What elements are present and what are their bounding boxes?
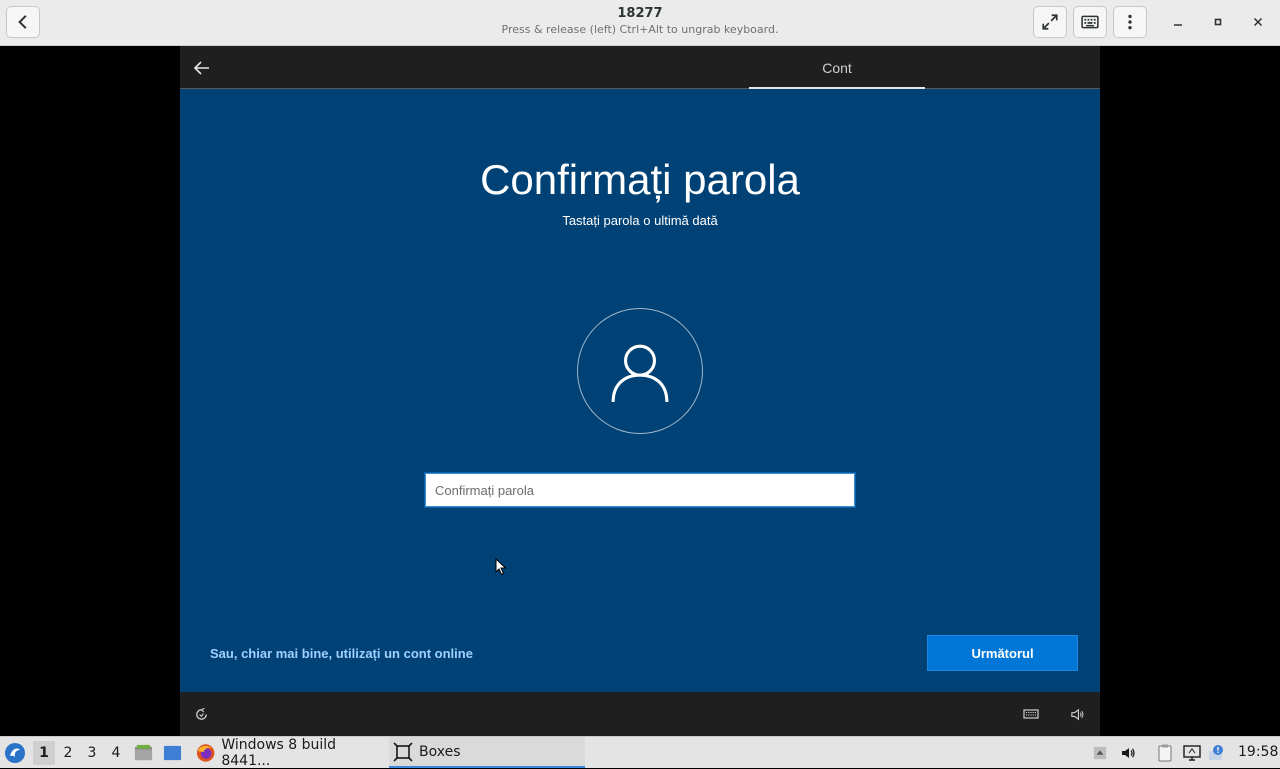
folder-icon: [134, 744, 153, 761]
close-icon: [1253, 17, 1263, 27]
task-boxes[interactable]: Boxes: [389, 737, 585, 768]
network-icon: [1183, 745, 1201, 761]
clipboard-tray-button[interactable]: [1156, 744, 1174, 762]
back-button[interactable]: [6, 6, 40, 38]
user-icon: [611, 344, 669, 402]
page-title: Confirmați parola: [480, 156, 800, 203]
page-subtitle: Tastați parola o ultimă dată: [562, 213, 718, 228]
clock[interactable]: 19:58: [1238, 744, 1278, 760]
chevron-left-icon: [18, 15, 27, 29]
file-manager-launcher[interactable]: [134, 737, 154, 768]
oobe-bottom-bar: [180, 692, 1100, 736]
next-button[interactable]: Următorul: [927, 635, 1078, 671]
notification-icon: [1209, 745, 1223, 760]
distro-logo-icon: [5, 742, 25, 763]
keyboard-button[interactable]: [1073, 6, 1107, 38]
ease-of-access-button[interactable]: [192, 705, 210, 723]
tray-arrow-icon: [1093, 746, 1107, 760]
keyboard-icon: [1023, 709, 1039, 719]
speaker-icon: [1070, 708, 1083, 720]
kebab-menu-icon: [1128, 14, 1132, 30]
oobe-back-button[interactable]: [190, 56, 214, 80]
task-label: Boxes: [419, 743, 461, 760]
boxes-icon: [393, 741, 413, 762]
notification-tray-button[interactable]: [1208, 744, 1226, 762]
minimize-icon: [1174, 24, 1182, 26]
taskbar: 1 2 3 4 Windows 8 build 8441... Boxes 19…: [0, 736, 1280, 769]
workspace-3[interactable]: 3: [81, 741, 103, 765]
fullscreen-button[interactable]: [1033, 6, 1067, 38]
workspace-4[interactable]: 4: [105, 741, 127, 765]
menu-button[interactable]: [1113, 6, 1147, 38]
keyboard-icon: [1081, 15, 1099, 29]
workspace-1[interactable]: 1: [33, 741, 55, 765]
vm-display[interactable]: Cont Confirmați parola Tastați parola o …: [180, 46, 1100, 736]
tray-overflow-button[interactable]: [1091, 744, 1109, 762]
tab-account[interactable]: Cont: [749, 46, 925, 89]
boxes-header-bar: 18277 Press & release (left) Ctrl+Alt to…: [0, 0, 1280, 46]
app-menu-button[interactable]: [4, 737, 28, 768]
minimize-button[interactable]: [1168, 12, 1188, 32]
maximize-button[interactable]: [1208, 12, 1228, 32]
confirm-password-input[interactable]: [424, 472, 856, 508]
workspace-2[interactable]: 2: [57, 741, 79, 765]
arrow-left-icon: [193, 61, 209, 75]
oobe-top-bar: Cont: [180, 46, 1100, 89]
fullscreen-icon: [1042, 14, 1058, 30]
desktop-launcher[interactable]: [163, 737, 183, 768]
task-label: Windows 8 build 8441...: [221, 736, 337, 769]
maximize-icon: [1214, 18, 1222, 26]
desktop-icon: [163, 745, 182, 761]
clipboard-icon: [1158, 744, 1172, 762]
online-account-link[interactable]: Sau, chiar mai bine, utilizați un cont o…: [210, 646, 473, 661]
window-title: 18277: [617, 6, 663, 21]
avatar: [577, 308, 703, 434]
network-tray-button[interactable]: [1183, 744, 1201, 762]
mouse-cursor-icon: [495, 558, 507, 576]
ease-of-access-icon: [195, 707, 207, 720]
volume-button[interactable]: [1068, 705, 1086, 723]
task-firefox[interactable]: Windows 8 build 8441...: [192, 736, 384, 769]
window-subtitle: Press & release (left) Ctrl+Alt to ungra…: [501, 23, 779, 36]
input-method-button[interactable]: [1022, 705, 1040, 723]
volume-tray-button[interactable]: [1119, 744, 1137, 762]
firefox-icon: [196, 743, 215, 762]
close-button[interactable]: [1248, 12, 1268, 32]
speaker-icon: [1122, 748, 1135, 758]
